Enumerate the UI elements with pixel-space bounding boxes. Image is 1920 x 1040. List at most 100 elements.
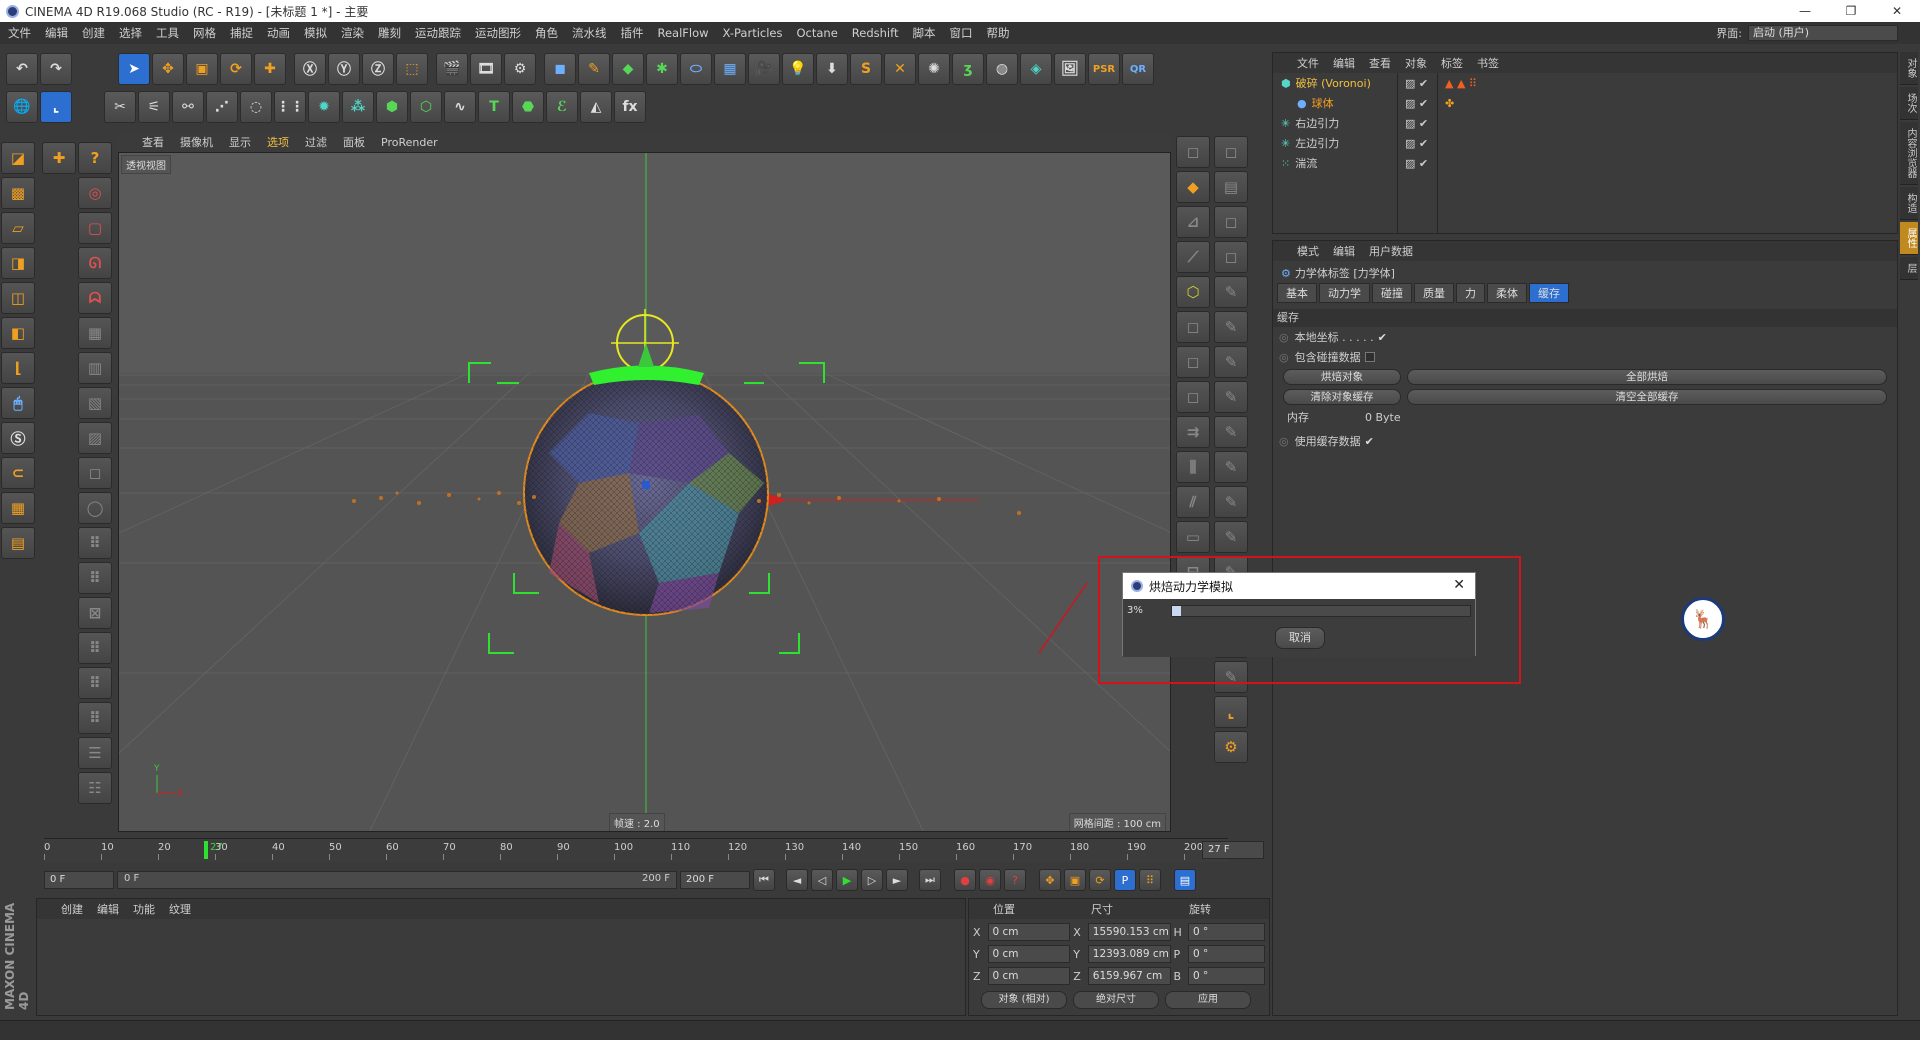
material-menu-item-2[interactable]: 功能 bbox=[133, 901, 155, 917]
attribute-tab-6[interactable]: 缓存 bbox=[1529, 283, 1569, 303]
subdivision-icon[interactable]: ◆ bbox=[612, 53, 644, 85]
dialog-close-icon[interactable]: ✕ bbox=[1453, 577, 1465, 593]
octane-icon[interactable]: ʒ bbox=[952, 53, 984, 85]
prev-frame-icon[interactable]: ◁ bbox=[811, 869, 833, 891]
menu-item-9[interactable]: 渲染 bbox=[341, 25, 364, 41]
move-icon[interactable]: ✥ bbox=[152, 53, 184, 85]
attribute-tab-4[interactable]: 力 bbox=[1456, 283, 1485, 303]
key-scale-icon[interactable]: ▣ bbox=[1064, 869, 1086, 891]
keyframe-help-icon[interactable]: ? bbox=[1004, 869, 1026, 891]
record-icon[interactable]: ● bbox=[954, 869, 976, 891]
object-row[interactable]: ⬢ 破碎 (Voronoi) ▨ ✔ ▲ ▲ ⠿ bbox=[1273, 73, 1897, 93]
menu-item-20[interactable]: 脚本 bbox=[912, 25, 935, 41]
select-tool-icon[interactable]: ◎ bbox=[78, 177, 112, 209]
cross-box-icon[interactable]: ⊠ bbox=[78, 597, 112, 629]
lasso-select-icon[interactable]: ᘏ bbox=[78, 247, 112, 279]
clear-object-cache-button[interactable]: 清除对象缓存 bbox=[1283, 389, 1402, 405]
grid-tool-c-icon[interactable]: ▧ bbox=[78, 387, 112, 419]
sphere-outline-icon[interactable]: ◯ bbox=[78, 492, 112, 524]
polygons-icon[interactable]: ◧ bbox=[1, 317, 35, 349]
settings-cube-icon[interactable]: ⚙ bbox=[1214, 731, 1248, 763]
text-icon[interactable]: T bbox=[478, 91, 510, 123]
tool-g-icon[interactable]: ⇉ bbox=[1176, 416, 1210, 448]
interface-select[interactable]: 启动 (用户) bbox=[1748, 25, 1898, 41]
scale-icon[interactable]: ▣ bbox=[186, 53, 218, 85]
object-mode-icon[interactable]: ◨ bbox=[1, 247, 35, 279]
axis-icon[interactable]: ⌊ bbox=[1, 352, 35, 384]
viewport-menu-item-0[interactable]: 查看 bbox=[142, 134, 164, 150]
object-row[interactable]: ● 球体 ▨ ✔ ✤ bbox=[1273, 93, 1897, 113]
points-icon[interactable]: ◫ bbox=[1, 282, 35, 314]
side-tab-4[interactable]: 属性 bbox=[1900, 222, 1918, 255]
last-tool-icon[interactable]: ✚ bbox=[254, 53, 286, 85]
menu-item-1[interactable]: 编辑 bbox=[45, 25, 68, 41]
tool-j-icon[interactable]: ▭ bbox=[1176, 521, 1210, 553]
z-axis-lock-icon[interactable]: Ⓩ bbox=[362, 53, 394, 85]
object-menu-item-1[interactable]: 编辑 bbox=[1333, 55, 1355, 71]
undo-icon[interactable]: ↶ bbox=[6, 53, 38, 85]
redo-icon[interactable]: ↷ bbox=[40, 53, 72, 85]
tool-h-icon[interactable]: ⫼ bbox=[1176, 451, 1210, 483]
menu-item-17[interactable]: X-Particles bbox=[723, 26, 783, 40]
menu-item-2[interactable]: 创建 bbox=[82, 25, 105, 41]
box-icon[interactable]: ⬣ bbox=[512, 91, 544, 123]
image-viewer-icon[interactable]: 🖼 bbox=[1054, 53, 1086, 85]
goto-start-icon[interactable]: ⏮ bbox=[753, 869, 775, 891]
texture-mode-icon[interactable]: ▩ bbox=[1, 177, 35, 209]
visibility-flags-icon[interactable]: ▨ ✔ bbox=[1405, 97, 1428, 110]
tool-n-icon[interactable]: ▤ bbox=[1214, 171, 1248, 203]
menu-item-13[interactable]: 角色 bbox=[535, 25, 558, 41]
xparticles-icon[interactable]: ✕ bbox=[884, 53, 916, 85]
object-row[interactable]: ✳ 左边引力 ▨ ✔ bbox=[1273, 133, 1897, 153]
cube-a-icon[interactable]: ◻ bbox=[1176, 136, 1210, 168]
local-coords-checkbox[interactable]: ✔ bbox=[1378, 331, 1387, 344]
polygon-select-icon[interactable]: ᗣ bbox=[78, 282, 112, 314]
world-icon[interactable]: 🌐 bbox=[6, 91, 38, 123]
light-icon[interactable]: 💡 bbox=[782, 53, 814, 85]
dots-a-icon[interactable]: ⠿ bbox=[78, 527, 112, 559]
floor-icon[interactable]: ▦ bbox=[714, 53, 746, 85]
paint-icon[interactable]: ◆ bbox=[1176, 171, 1210, 203]
menu-item-18[interactable]: Octane bbox=[796, 26, 837, 40]
viewport-menu-item-2[interactable]: 显示 bbox=[229, 134, 251, 150]
side-tab-3[interactable]: 构造 bbox=[1900, 187, 1918, 220]
rotation-field[interactable]: 0 ° bbox=[1188, 967, 1265, 985]
restore-button[interactable]: ❐ bbox=[1828, 0, 1874, 22]
viewport-menu-item-6[interactable]: ProRender bbox=[381, 136, 438, 149]
visibility-flags-icon[interactable]: ▨ ✔ bbox=[1405, 117, 1428, 130]
side-tab-2[interactable]: 内容浏览器 bbox=[1900, 122, 1918, 185]
bridge-icon[interactable]: ⬢ bbox=[376, 91, 408, 123]
apply-button[interactable]: 应用 bbox=[1165, 991, 1251, 1009]
cloner-icon[interactable]: ✱ bbox=[646, 53, 678, 85]
extrude-icon[interactable]: ⁂ bbox=[342, 91, 374, 123]
bake-object-button[interactable]: 烘焙对象 bbox=[1283, 369, 1402, 385]
y-axis-lock-icon[interactable]: Ⓨ bbox=[328, 53, 360, 85]
visibility-flags-icon[interactable]: ▨ ✔ bbox=[1405, 157, 1428, 170]
menu-item-10[interactable]: 雕刻 bbox=[378, 25, 401, 41]
tool-v-icon[interactable]: ✎ bbox=[1214, 451, 1248, 483]
move-tool-icon[interactable]: ✚ bbox=[42, 142, 76, 174]
viewport-menu-item-1[interactable]: 摄像机 bbox=[180, 134, 213, 150]
menu-item-11[interactable]: 运动跟踪 bbox=[415, 25, 461, 41]
menu-item-19[interactable]: Redshift bbox=[852, 26, 899, 40]
start-frame-field[interactable]: 0 F bbox=[44, 871, 114, 889]
include-collision-anim-icon[interactable]: ◎ bbox=[1279, 351, 1289, 364]
autokey-icon[interactable]: ◉ bbox=[979, 869, 1001, 891]
menu-item-5[interactable]: 网格 bbox=[193, 25, 216, 41]
cube-outline-icon[interactable]: ◻ bbox=[78, 457, 112, 489]
menu-item-7[interactable]: 动画 bbox=[267, 25, 290, 41]
bake-all-button[interactable]: 全部烘焙 bbox=[1407, 369, 1887, 385]
timeline-icon[interactable]: ▤ bbox=[1174, 869, 1196, 891]
layers-b-icon[interactable]: ☷ bbox=[78, 772, 112, 804]
model-mode-icon[interactable]: ⌞ bbox=[40, 91, 72, 123]
sphere-grid-icon[interactable]: ◍ bbox=[986, 53, 1018, 85]
goto-end-icon[interactable]: ⏭ bbox=[919, 869, 941, 891]
timeline-ruler[interactable]: 27 0 10 20 30 40 50 60 70 80 90 100 110 120 130 140 150… bbox=[44, 838, 1228, 862]
tool-s-icon[interactable]: ✎ bbox=[1214, 346, 1248, 378]
render-picture-viewer-icon[interactable]: 🎞 bbox=[470, 53, 502, 85]
visibility-flags-icon[interactable]: ▨ ✔ bbox=[1405, 77, 1428, 90]
attribute-tab-3[interactable]: 质量 bbox=[1414, 283, 1454, 303]
rotation-field[interactable]: 0 ° bbox=[1188, 923, 1265, 941]
bevel-icon[interactable]: ✹ bbox=[308, 91, 340, 123]
tool-a-icon[interactable]: ⊿ bbox=[1176, 206, 1210, 238]
